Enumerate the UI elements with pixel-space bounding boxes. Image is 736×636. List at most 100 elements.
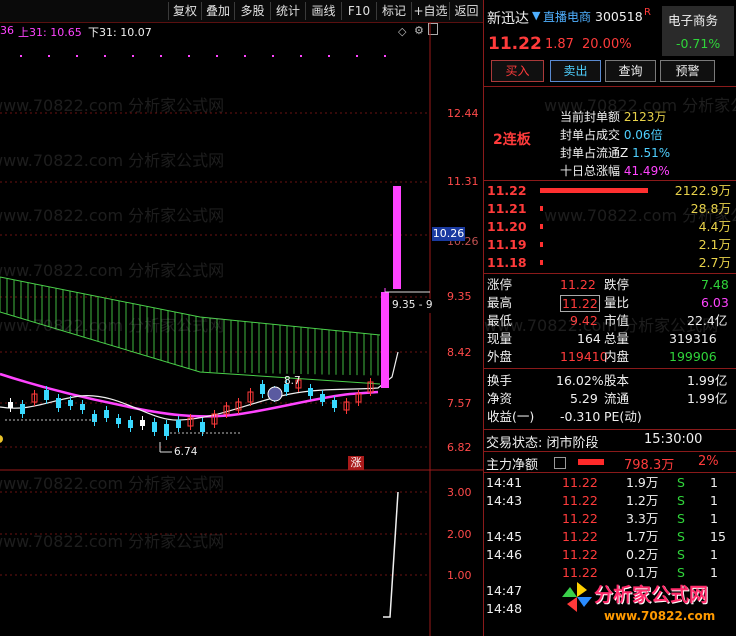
tick-row[interactable]: 14:41 11.22 1.9万 S 1 — [484, 474, 736, 492]
tick-side: S — [677, 475, 685, 490]
tick-time: 14:47 — [486, 583, 523, 598]
tick-time: 14:46 — [486, 547, 523, 562]
trading-status-label: 交易状态: 闭市阶段 — [486, 436, 599, 451]
tick-count: 1 — [710, 475, 718, 490]
bid-volume-bar — [540, 224, 543, 229]
seal-amount-value: 2123万 — [623, 110, 667, 124]
order-book-row[interactable]: 11.22 2122.9万 — [484, 182, 736, 200]
order-book-row[interactable]: 11.19 2.1万 — [484, 236, 736, 254]
tick-price: 11.22 — [562, 529, 598, 544]
tick-row[interactable]: 14:45 11.22 1.7万 S 15 — [484, 528, 736, 546]
logo-url: www.70822.com — [604, 609, 716, 623]
volume-tick: 2.00 — [447, 528, 472, 541]
stock-flag: R — [644, 7, 651, 18]
pinwheel-logo-icon — [562, 582, 592, 612]
green-ribbon-band — [0, 276, 381, 385]
inner-label: 内盘 — [604, 349, 630, 364]
add-watchlist-button[interactable]: +自选 — [411, 2, 449, 20]
bid-volume: 2122.9万 — [674, 183, 731, 198]
quote-panel: 新迅达 ▼ 直播电商 300518 R 电子商务 -0.71% 11.22 1.… — [483, 0, 736, 636]
tick-side: S — [677, 529, 685, 544]
limit-up-candle-2 — [393, 186, 401, 289]
industry-pct: -0.71% — [676, 36, 721, 51]
price-change-pct: 20.00% — [582, 37, 632, 52]
back-button[interactable]: 返回 — [449, 2, 483, 20]
sell-button[interactable]: 卖出 — [550, 60, 601, 82]
turnover-label: 换手 — [487, 373, 513, 388]
bid-volume: 4.4万 — [698, 219, 731, 234]
limit-up-label: 涨停 — [487, 277, 513, 292]
trading-status-time: 15:30:00 — [644, 432, 703, 447]
tick-count: 15 — [710, 529, 726, 544]
sector-tag[interactable]: 直播电商 — [543, 8, 591, 25]
price-tick: 7.57 — [447, 397, 472, 410]
chart-toolbar: 复权 叠加 多股 统计 画线 F10 标记 +自选 返回 — [0, 0, 483, 23]
tick-row[interactable]: 11.22 3.3万 S 1 — [484, 510, 736, 528]
statistics-button[interactable]: 统计 — [270, 2, 305, 20]
tick-row[interactable]: 14:43 11.22 1.2万 S 1 — [484, 492, 736, 510]
seal-turnover-label: 封单占成交 — [560, 128, 621, 142]
price-change: 1.87 — [545, 37, 574, 52]
tick-volume: 1.7万 — [626, 529, 659, 544]
eps-value: -0.310 — [560, 409, 601, 424]
site-logo: 分析家公式网 www.70822.com — [558, 576, 734, 634]
tick-price: 11.22 — [562, 475, 598, 490]
tick-count: 1 — [710, 493, 718, 508]
volume-ratio-label: 量比 — [604, 295, 630, 310]
kline-chart[interactable] — [0, 22, 483, 636]
current-volume-label: 现量 — [487, 331, 513, 346]
low-price-label: 6.74 — [174, 446, 198, 458]
bid-price: 11.19 — [487, 237, 527, 252]
order-book-row[interactable]: 11.18 2.7万 — [484, 254, 736, 272]
pe-label: PE(动) — [604, 409, 642, 424]
last-price: 11.22 — [488, 34, 542, 54]
bid-volume-bar — [540, 242, 543, 247]
ma-line-white — [0, 351, 399, 421]
order-book-row[interactable]: 11.21 28.8万 — [484, 200, 736, 218]
main-flow-value: 798.3万 — [624, 458, 675, 473]
main-flow-bar — [578, 459, 604, 465]
stock-name: 新迅达 — [487, 11, 529, 27]
price-tick: 11.31 — [447, 175, 479, 188]
streak-label: 2连板 — [493, 132, 531, 148]
low-label: 最低 — [487, 313, 513, 328]
inner-value: 199906 — [669, 349, 717, 364]
query-button[interactable]: 查询 — [605, 60, 656, 82]
limit-up-badge: 涨 — [348, 456, 364, 470]
tick-volume: 3.3万 — [626, 511, 659, 526]
turnover-value: 16.02% — [556, 373, 604, 388]
event-marker-icon — [267, 386, 283, 402]
buy-button[interactable]: 买入 — [491, 60, 544, 82]
draw-line-button[interactable]: 画线 — [305, 2, 341, 20]
mid-price-label: 8.7 — [284, 375, 301, 387]
restore-rights-button[interactable]: 复权 — [168, 2, 201, 20]
total-volume-label: 总量 — [604, 331, 630, 346]
float-shares-value: 1.99亿 — [687, 391, 728, 406]
ten-day-rise-label: 十日总涨幅 — [560, 164, 621, 178]
seal-amount-label: 当前封单额 — [560, 110, 621, 124]
candlesticks — [8, 376, 374, 440]
volume-line — [383, 491, 399, 618]
order-book-row[interactable]: 11.20 4.4万 — [484, 218, 736, 236]
current-price-tag: 10.26 — [432, 227, 465, 241]
overlay-button[interactable]: 叠加 — [201, 2, 234, 20]
current-volume-value: 164 — [577, 331, 601, 346]
tick-row[interactable]: 14:46 11.22 0.2万 S 1 — [484, 546, 736, 564]
multi-stock-button[interactable]: 多股 — [234, 2, 270, 20]
tick-time: 14:41 — [486, 475, 523, 490]
tick-time: 14:43 — [486, 493, 523, 508]
alert-button[interactable]: 预警 — [660, 60, 715, 82]
industry-name: 电子商务 — [668, 13, 719, 28]
industry-card[interactable]: 电子商务 -0.71% — [662, 6, 734, 56]
limit-up-candle-1 — [381, 292, 389, 388]
f10-button[interactable]: F10 — [341, 2, 376, 20]
bid-price: 11.22 — [487, 183, 527, 198]
float-shares-label: 流通 — [604, 391, 630, 406]
mark-button[interactable]: 标记 — [376, 2, 411, 20]
total-volume-value: 319316 — [669, 331, 717, 346]
top-dots — [20, 55, 386, 57]
list-icon[interactable] — [554, 457, 566, 469]
tick-price: 11.22 — [562, 511, 598, 526]
tick-time: 14:45 — [486, 529, 523, 544]
bid-volume: 2.1万 — [698, 237, 731, 252]
